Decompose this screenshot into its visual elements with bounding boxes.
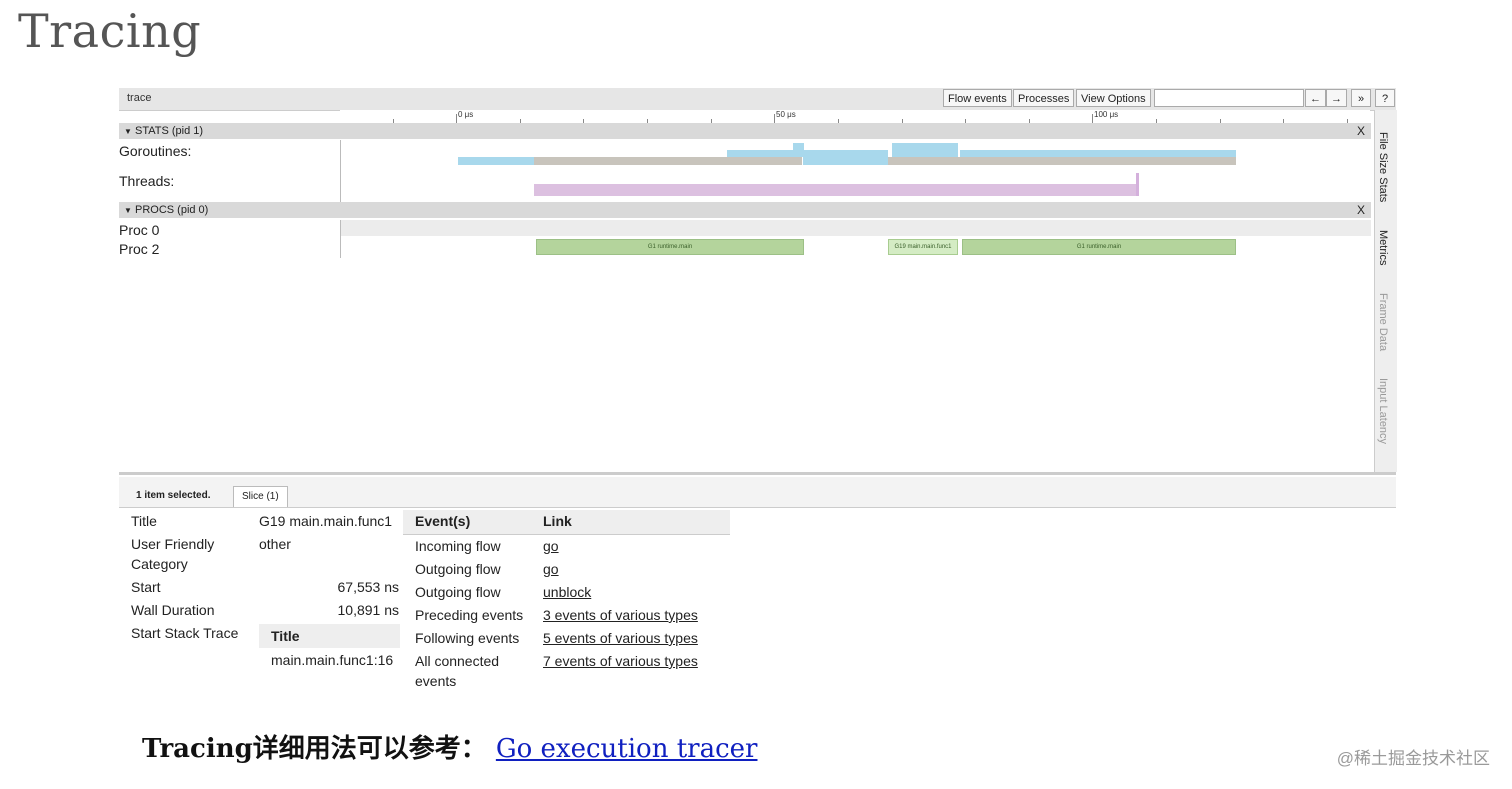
collapse-triangle-icon: ▼ <box>124 127 132 136</box>
detail-key-stack-trace: Start Stack Trace <box>131 625 239 641</box>
event-link[interactable]: 5 events of various types <box>543 628 698 648</box>
toolbar-label: trace <box>127 92 152 104</box>
ruler-label-100: 100 μs <box>1094 110 1119 119</box>
event-link[interactable]: unblock <box>543 582 591 602</box>
selection-count: 1 item selected. <box>136 490 211 501</box>
panel-tabs: 1 item selected. Slice (1) <box>119 477 1396 508</box>
trace-viewer: trace Flow events Processes View Options… <box>119 88 1397 710</box>
detail-key-title: Title <box>131 513 157 529</box>
processes-button[interactable]: Processes <box>1013 89 1075 107</box>
stats-track[interactable] <box>340 140 1371 202</box>
toolbar: trace Flow events Processes View Options… <box>119 88 1396 111</box>
event-link[interactable]: 7 events of various types <box>543 651 698 671</box>
event-label: Preceding events <box>415 607 524 623</box>
time-ruler: 0 μs 50 μs 100 μs <box>340 110 1370 124</box>
link-col-header: Link <box>543 513 572 529</box>
close-stats-icon[interactable]: X <box>1357 123 1365 139</box>
nav-left-button[interactable]: ← <box>1305 89 1326 107</box>
side-tab-input-latency[interactable]: Input Latency <box>1377 378 1389 444</box>
side-tabs: File Size Stats Metrics Frame Data Input… <box>1374 110 1397 472</box>
detail-key-category: User Friendly Category <box>131 536 215 572</box>
nav-right-button[interactable]: → <box>1326 89 1347 107</box>
stats-group-label: STATS (pid 1) <box>134 125 204 137</box>
detail-value-title: G19 main.main.func1 <box>259 513 393 529</box>
proc0-row-label: Proc 0 <box>119 222 160 238</box>
procs-group-label: PROCS (pid 0) <box>134 204 209 216</box>
goroutines-row-label: Goroutines: <box>119 143 192 159</box>
caption-link[interactable]: Go execution tracer <box>496 734 758 764</box>
proc2-row-label: Proc 2 <box>119 241 160 257</box>
stack-table-header: Title <box>259 624 400 648</box>
search-input[interactable] <box>1154 89 1304 107</box>
slice-g1-runtime-main[interactable]: G1 runtime.main <box>536 239 804 255</box>
side-tab-frame-data[interactable]: Frame Data <box>1377 293 1389 351</box>
event-link[interactable]: 3 events of various types <box>543 605 698 625</box>
detail-value-wall-duration: 10,891 ns <box>337 602 400 618</box>
help-button[interactable]: ? <box>1375 89 1395 107</box>
event-label: Outgoing flow <box>415 584 501 600</box>
watermark: @稀土掘金技术社区 <box>1336 749 1490 768</box>
ruler-label-0: 0 μs <box>458 110 474 119</box>
caption-text: Tracing详细用法可以参考： <box>142 734 487 764</box>
nav-more-button[interactable]: » <box>1351 89 1371 107</box>
event-link[interactable]: go <box>543 559 559 579</box>
event-label: Outgoing flow <box>415 561 501 577</box>
event-label: Incoming flow <box>415 538 501 554</box>
slide-caption: Tracing详细用法可以参考： Go execution tracer <box>142 728 757 765</box>
detail-value-category: other <box>259 536 291 552</box>
tab-slice[interactable]: Slice (1) <box>233 486 288 507</box>
side-tab-metrics[interactable]: Metrics <box>1377 230 1389 265</box>
detail-value-start: 67,553 ns <box>337 579 400 595</box>
panel-resize-handle[interactable] <box>119 472 1396 475</box>
events-table-header: Event(s) Link <box>403 510 730 535</box>
ruler-label-50: 50 μs <box>776 110 796 119</box>
slide-title: Tracing <box>18 4 202 58</box>
detail-key-start: Start <box>131 579 161 595</box>
flow-events-button[interactable]: Flow events <box>943 89 1012 107</box>
side-tab-file-size-stats[interactable]: File Size Stats <box>1377 132 1389 202</box>
collapse-triangle-icon: ▼ <box>124 206 132 215</box>
close-procs-icon[interactable]: X <box>1357 202 1365 218</box>
threads-row-label: Threads: <box>119 173 175 189</box>
stack-frame: main.main.func1:16 <box>271 652 394 668</box>
event-label: Following events <box>415 630 520 646</box>
slice-g1-runtime-main[interactable]: G1 runtime.main <box>962 239 1236 255</box>
detail-key-wall-duration: Wall Duration <box>131 602 215 618</box>
procs-track[interactable]: G1 runtime.main G19 main.main.func1 G1 r… <box>340 220 1371 258</box>
event-label: All connected events <box>415 653 500 689</box>
events-col-header: Event(s) <box>415 513 471 529</box>
view-options-button[interactable]: View Options <box>1076 89 1151 107</box>
procs-group-header[interactable]: ▼ PROCS (pid 0) X <box>119 202 1371 218</box>
slice-g19-main-main-func1[interactable]: G19 main.main.func1 <box>888 239 958 255</box>
stats-group-header[interactable]: ▼ STATS (pid 1) X <box>119 123 1371 139</box>
event-link[interactable]: go <box>543 536 559 556</box>
